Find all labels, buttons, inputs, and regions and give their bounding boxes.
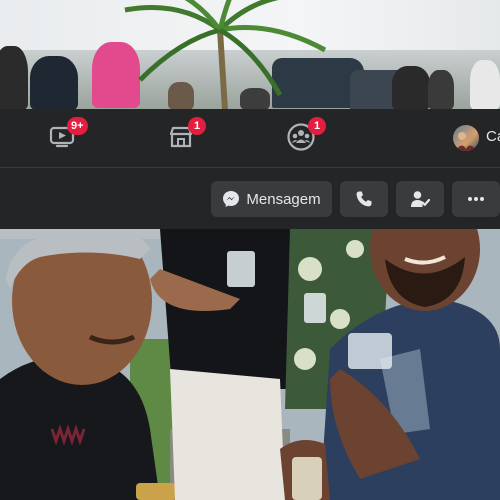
call-button[interactable] [340,181,388,217]
nav-watch[interactable]: 9+ [45,117,88,153]
messenger-icon [223,191,240,207]
message-button[interactable]: Mensagem [211,181,332,217]
post-photo[interactable] [0,229,500,500]
cover-photo[interactable] [0,0,500,109]
message-button-label: Mensagem [246,190,321,208]
more-button[interactable] [452,181,500,217]
nav-marketplace[interactable]: 1 [164,117,206,153]
watch-badge: 9+ [67,117,88,135]
cover-person [392,66,430,109]
avatar-image [455,132,477,151]
profile-name[interactable]: Ca [486,128,500,145]
more-icon [468,197,484,201]
friends-icon [411,191,430,207]
post-photo-image [0,229,500,500]
friends-button[interactable] [396,181,444,217]
palm-tree [124,0,327,109]
groups-badge: 1 [308,117,326,135]
top-nav-bar: 9+ 1 1 [0,109,500,168]
phone-icon [356,191,372,207]
cover-person [428,70,454,109]
profile-action-bar: Mensagem [0,168,500,229]
profile-avatar[interactable] [453,125,479,151]
marketplace-badge: 1 [188,117,206,135]
cover-person [0,46,28,109]
cover-person [30,56,78,109]
nav-groups[interactable]: 1 [284,117,326,153]
cover-person [470,60,500,109]
